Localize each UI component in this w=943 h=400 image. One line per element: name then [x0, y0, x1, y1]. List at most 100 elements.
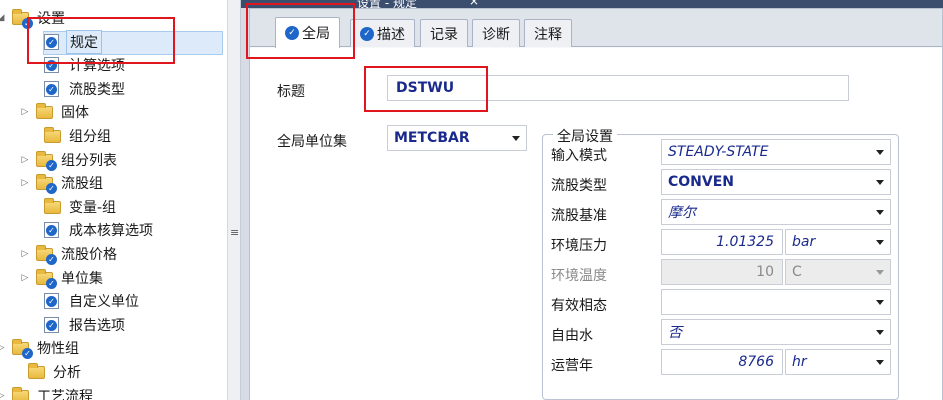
- form-check-icon: ✓: [44, 293, 62, 310]
- tree-item-label: 流股类型: [69, 81, 125, 98]
- folder-check-icon: ✓: [36, 268, 57, 289]
- collapsed-arrow-icon[interactable]: ▷: [20, 242, 30, 266]
- folder-icon: [44, 127, 62, 144]
- tree-item[interactable]: ▷ 工艺流程: [0, 384, 96, 400]
- tree-item[interactable]: ✓ 报告选项: [44, 313, 128, 337]
- free-water-label: 自由水: [551, 328, 593, 344]
- title-label: 标题: [277, 84, 305, 100]
- document-tab-label[interactable]: 设置 - 规定: [357, 0, 417, 10]
- global-tab-content: 标题 DSTWU 全局单位集 METCBAR 全局设置 输入模式 STEADY-…: [250, 48, 942, 400]
- tree-item-label: 流股价格: [61, 247, 117, 263]
- tree-item[interactable]: ✓ 流股类型: [44, 77, 128, 101]
- annotation-box-global-tab: [246, 3, 355, 59]
- chevron-down-icon: [876, 150, 884, 155]
- tab-description[interactable]: ✓ 描述: [350, 19, 415, 47]
- tree-item[interactable]: 变量-组: [44, 195, 119, 219]
- valid-phases-label: 有效相态: [551, 298, 607, 314]
- tree-item[interactable]: ▷ ✓ 流股组: [20, 171, 106, 195]
- tab-record-label: 记录: [430, 26, 458, 43]
- chevron-down-icon: [512, 136, 520, 141]
- panel-splitter[interactable]: ≡: [227, 0, 241, 400]
- tab-diagnostics-label: 诊断: [482, 26, 510, 43]
- tree-item-label: 自定义单位: [69, 294, 139, 311]
- stream-type-dropdown[interactable]: CONVEN: [661, 169, 891, 195]
- chevron-down-icon: [876, 240, 884, 245]
- folder-icon: [28, 363, 46, 380]
- folder-icon: [44, 197, 62, 215]
- chevron-down-icon: [876, 210, 884, 215]
- collapsed-arrow-icon[interactable]: ▷: [20, 100, 30, 124]
- tree-item-label: 报告选项: [69, 317, 125, 334]
- ambient-temperature-label: 环境温度: [551, 268, 607, 284]
- flow-basis-value: 摩尔: [668, 205, 696, 221]
- annotation-box-spec-item: [27, 17, 175, 64]
- ambient-pressure-input[interactable]: 1.01325: [661, 229, 783, 255]
- tree-item[interactable]: ✓ 成本核算选项: [44, 218, 156, 242]
- operating-year-label: 运营年: [551, 358, 593, 374]
- folder-check-icon: ✓: [36, 150, 57, 171]
- chevron-down-icon: [876, 360, 884, 365]
- tree-item-label: 组分列表: [61, 152, 117, 169]
- global-unit-set-label: 全局单位集: [277, 134, 347, 150]
- operating-year-unit-value: hr: [792, 354, 807, 370]
- folder-check-icon: ✓: [36, 245, 57, 265]
- collapsed-arrow-icon[interactable]: ▷: [20, 148, 30, 172]
- flow-basis-dropdown[interactable]: 摩尔: [661, 199, 891, 225]
- tree-item[interactable]: ▷ ✓ 组分列表: [20, 148, 120, 172]
- chevron-down-icon: [876, 180, 884, 185]
- folder-icon: [12, 386, 30, 400]
- folder-icon: [36, 103, 54, 120]
- operating-year-unit-dropdown[interactable]: hr: [785, 349, 891, 375]
- tab-record[interactable]: 记录: [420, 19, 468, 47]
- collapsed-arrow-icon[interactable]: ▷: [0, 384, 6, 400]
- close-icon[interactable]: ×: [469, 0, 479, 8]
- form-check-icon: ✓: [44, 316, 62, 333]
- free-water-value: 否: [668, 325, 682, 341]
- tree-item[interactable]: ✓ 自定义单位: [44, 289, 142, 313]
- input-mode-dropdown[interactable]: STEADY-STATE: [661, 139, 891, 165]
- tree-item[interactable]: 组分组: [44, 124, 114, 148]
- tree-item[interactable]: ▷ 固体: [20, 100, 92, 124]
- global-settings-group-title: 全局设置: [553, 126, 617, 146]
- chevron-down-icon: [876, 270, 884, 275]
- valid-phases-dropdown[interactable]: [661, 289, 891, 315]
- tree-item-label: 分析: [53, 365, 81, 381]
- right-pane: 设置 - 规定 × ✓ 全局 ✓ 描述 记录 诊断 注释 标题 DSTWU 全局…: [241, 0, 943, 400]
- specification-form-panel: ✓ 全局 ✓ 描述 记录 诊断 注释 标题 DSTWU 全局单位集 METCBA…: [249, 8, 943, 400]
- input-mode-label: 输入模式: [551, 148, 607, 164]
- tree-item-label: 变量-组: [69, 199, 117, 216]
- ambient-temperature-input: 10: [661, 259, 783, 285]
- splitter-grip-icon[interactable]: ≡: [230, 226, 239, 239]
- ambient-temperature-unit-value: C: [792, 264, 802, 280]
- ambient-pressure-unit-value: bar: [792, 234, 816, 250]
- chevron-down-icon: [876, 330, 884, 335]
- ambient-pressure-label: 环境压力: [551, 238, 607, 254]
- ambient-temperature-unit-dropdown: C: [785, 259, 891, 285]
- expanded-arrow-icon[interactable]: ◢: [0, 6, 6, 30]
- ambient-pressure-unit-dropdown[interactable]: bar: [785, 229, 891, 255]
- stream-type-value: CONVEN: [668, 174, 735, 190]
- free-water-dropdown[interactable]: 否: [661, 319, 891, 345]
- form-check-icon: ✓: [44, 222, 62, 239]
- tree-item[interactable]: ▷ ✓ 流股价格: [20, 242, 120, 266]
- collapsed-arrow-icon[interactable]: ▷: [20, 266, 30, 290]
- tree-item-label: 单位集: [61, 270, 103, 287]
- tab-notes[interactable]: 注释: [524, 19, 572, 47]
- tree-item[interactable]: ▷ ✓ 单位集: [20, 266, 106, 290]
- tree-item-label: 物性组: [37, 341, 79, 358]
- tree-item[interactable]: 分析: [28, 360, 84, 384]
- folder-check-icon: ✓: [36, 174, 57, 195]
- collapsed-arrow-icon[interactable]: ▷: [0, 336, 6, 360]
- global-unit-set-dropdown[interactable]: METCBAR: [387, 125, 527, 151]
- tree-item[interactable]: ▷ ✓ 物性组: [0, 336, 82, 360]
- operating-year-input[interactable]: 8766: [661, 349, 783, 375]
- input-mode-value: STEADY-STATE: [668, 144, 769, 160]
- tab-description-label: 描述: [377, 26, 405, 43]
- tab-diagnostics[interactable]: 诊断: [472, 19, 520, 47]
- tree-item-label: 成本核算选项: [69, 223, 153, 240]
- chevron-down-icon: [876, 300, 884, 305]
- flow-basis-label: 流股基准: [551, 208, 607, 224]
- tree-item-label: 固体: [61, 105, 89, 122]
- tree-item-label: 流股组: [61, 176, 103, 193]
- collapsed-arrow-icon[interactable]: ▷: [20, 171, 30, 195]
